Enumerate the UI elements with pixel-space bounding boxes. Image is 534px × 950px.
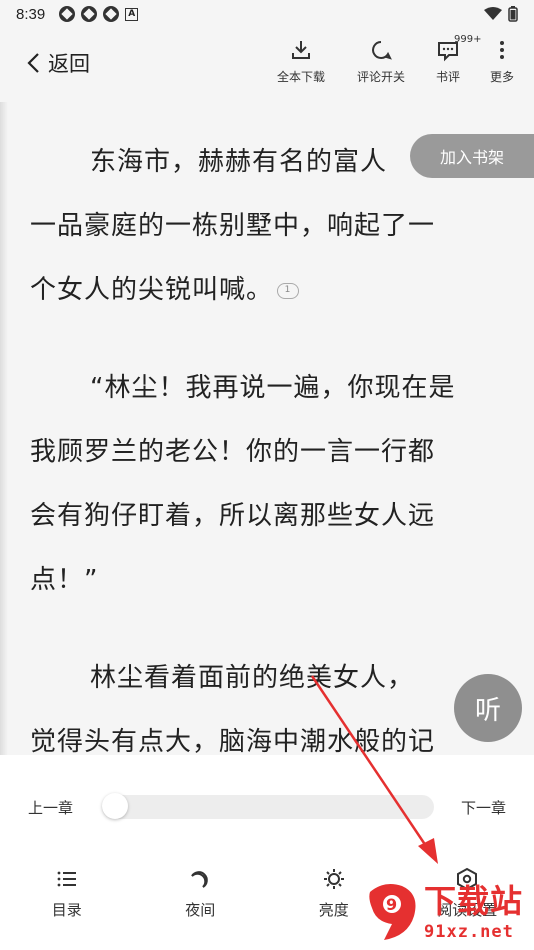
status-bar: 8:39 A	[0, 0, 534, 28]
list-icon	[57, 871, 76, 887]
brightness-icon	[323, 869, 344, 889]
next-chapter-button[interactable]: 下一章	[461, 797, 506, 818]
toc-button[interactable]: 目录	[0, 867, 134, 927]
watermark-logo-text: 9	[386, 895, 397, 914]
watermark-domain: 91xz.net	[424, 922, 514, 942]
text-fragment: …	[0, 102, 534, 122]
reader-top-bar: 返回 全本下载 评论开关 999+ 书评 更多	[0, 28, 534, 102]
battery-icon	[508, 6, 518, 22]
site-watermark: 9 下载站 91xz.net	[358, 872, 534, 950]
download-all-label: 全本下载	[276, 70, 325, 84]
book-review-label: 书评	[435, 70, 460, 84]
back-button[interactable]: 返回	[26, 48, 90, 78]
add-to-shelf-button[interactable]: 加入书架	[410, 134, 534, 178]
prev-chapter-button[interactable]: 上一章	[28, 797, 73, 818]
paragraph-comment-icon[interactable]: 1	[277, 282, 300, 299]
more-vertical-icon	[500, 41, 504, 59]
watermark-logo-icon: 9	[369, 884, 416, 940]
review-count-badge: 999+	[454, 34, 482, 45]
book-review-button[interactable]: 999+ 书评	[434, 34, 481, 85]
moon-icon	[191, 871, 209, 888]
chevron-left-icon	[27, 53, 39, 73]
night-mode-label: 夜间	[185, 901, 216, 919]
slider-thumb[interactable]	[102, 793, 128, 819]
wifi-icon	[484, 7, 502, 20]
brightness-label: 亮度	[318, 901, 349, 919]
more-button[interactable]: 更多	[488, 38, 516, 85]
app-notification-icon	[81, 6, 98, 22]
download-all-button[interactable]: 全本下载	[274, 38, 328, 85]
download-icon	[292, 41, 310, 59]
back-label: 返回	[48, 52, 90, 76]
status-time: 8:39	[16, 5, 46, 23]
reader-content[interactable]: … 东海市，赫赫有名的富人 一品豪庭的一栋别墅中，响起了一 个女人的尖锐叫喊。1…	[0, 102, 534, 755]
more-label: 更多	[489, 70, 514, 84]
chapter-navigation: 上一章 下一章	[0, 791, 534, 823]
comment-toggle-label: 评论开关	[356, 70, 405, 84]
notification-icons: A	[59, 6, 139, 22]
night-mode-button[interactable]: 夜间	[134, 867, 268, 927]
chapter-progress-slider[interactable]	[102, 795, 434, 819]
app-notification-icon	[59, 6, 76, 22]
watermark-title: 下载站	[424, 882, 524, 920]
listen-button[interactable]: 听	[454, 674, 522, 742]
paragraph-2: “林尘！我再说一遍，你现在是 我顾罗兰的老公！你的一言一行都 会有狗仔盯着，所以…	[30, 373, 456, 595]
app-notification-icon	[103, 6, 120, 22]
app-a-icon: A	[125, 7, 139, 21]
toc-label: 目录	[51, 901, 82, 919]
page-curl-edge	[0, 102, 8, 755]
comment-toggle-icon	[372, 41, 392, 60]
comment-toggle-button[interactable]: 评论开关	[354, 38, 408, 85]
